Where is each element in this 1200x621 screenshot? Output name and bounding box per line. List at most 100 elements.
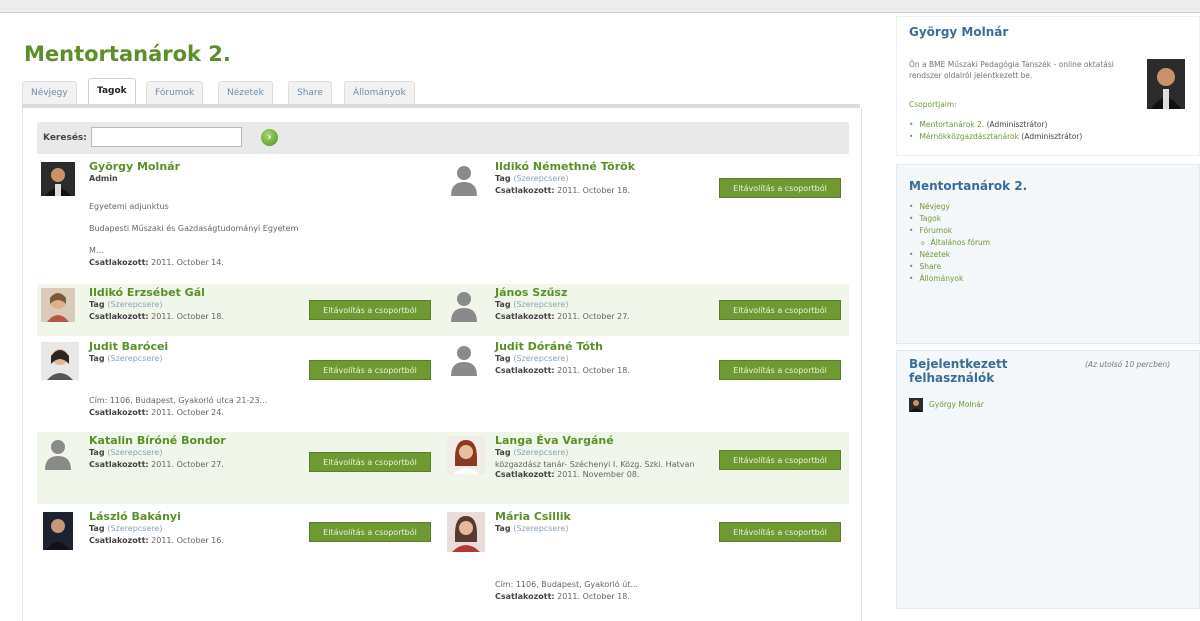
member-name[interactable]: László Bakányi <box>89 510 181 523</box>
member-role: Tag (Szerepcsere) <box>89 448 163 457</box>
remove-from-group-button[interactable]: Eltávolítás a csoportból <box>719 178 841 198</box>
user-avatar <box>1147 59 1185 109</box>
member-card: János Szűsz Tag (Szerepcsere) Csatlakozo… <box>443 284 849 336</box>
avatar-placeholder-icon <box>41 436 75 470</box>
menu-item[interactable]: Fórumok <box>909 225 990 237</box>
online-users-note: (Az utolsó 10 percben) <box>1085 360 1171 369</box>
user-name[interactable]: György Molnár <box>909 25 1008 39</box>
members-panel: Keresés: › György Molnár Admin Egyetemi … <box>22 108 862 621</box>
avatar <box>41 342 79 380</box>
member-card: Katalin Bíróné Bondor Tag (Szerepcsere) … <box>37 432 443 504</box>
avatar <box>447 436 485 474</box>
member-name[interactable]: János Szűsz <box>495 286 567 299</box>
member-name[interactable]: Langa Éva Vargáné <box>495 434 614 447</box>
user-box: György Molnár Ön a BME Műszaki Pedagógia… <box>896 16 1200 156</box>
my-groups-list: Mentortanárok 2. (Adminisztrátor) Mérnök… <box>909 119 1082 143</box>
member-joined: Csatlakozott: 2011. October 27. <box>495 312 630 321</box>
member-name[interactable]: György Molnár <box>89 160 180 173</box>
menu-item[interactable]: Névjegy <box>909 201 990 213</box>
member-joined: Csatlakozott: 2011. October 27. <box>89 460 224 469</box>
menu-subitem[interactable]: Általános fórum <box>909 237 990 249</box>
member-name[interactable]: Judit Barócei <box>89 340 168 353</box>
avatar-placeholder-icon <box>447 288 481 322</box>
tab-share[interactable]: Share <box>288 81 332 104</box>
menu-item[interactable]: Nézetek <box>909 249 990 261</box>
member-name[interactable]: Judit Dóráné Tóth <box>495 340 603 353</box>
member-joined: Csatlakozott: 2011. October 14. <box>89 258 224 267</box>
member-joined: Csatlakozott: 2011. October 18. <box>495 592 630 601</box>
search-input[interactable] <box>91 127 242 147</box>
member-role: Tag (Szerepcsere) <box>495 448 569 457</box>
member-card: György Molnár Admin Egyetemi adjunktus B… <box>37 158 443 280</box>
member-name[interactable]: Ildikó Némethné Török <box>495 160 635 173</box>
member-address: Cím: 1106, Budapest, Gyakorló út... <box>495 580 639 589</box>
online-user-avatar <box>909 397 923 412</box>
online-users-title: Bejelentkezett felhasználók <box>909 357 1008 385</box>
member-card: Judit Dóráné Tóth Tag (Szerepcsere) Csat… <box>443 338 849 428</box>
menu-item[interactable]: Tagok <box>909 213 990 225</box>
sidebar: György Molnár Ön a BME Műszaki Pedagógia… <box>896 12 1200 609</box>
remove-from-group-button[interactable]: Eltávolítás a csoportból <box>309 452 431 472</box>
group-menu-list: Névjegy Tagok Fórumok Általános fórum Né… <box>909 201 990 285</box>
my-group-item[interactable]: Mérnökközgazdásztanárok (Adminisztrátor) <box>909 131 1082 143</box>
remove-from-group-button[interactable]: Eltávolítás a csoportból <box>719 300 841 320</box>
member-joined: Csatlakozott: 2011. November 08. <box>495 470 640 479</box>
my-group-item[interactable]: Mentortanárok 2. (Adminisztrátor) <box>909 119 1082 131</box>
member-name[interactable]: Ildikó Erzsébet Gál <box>89 286 205 299</box>
member-card: László Bakányi Tag (Szerepcsere) Csatlak… <box>37 508 443 608</box>
my-groups-label: Csoportjaim: <box>909 100 957 109</box>
login-info: Ön a BME Műszaki Pedagógia Tanszék - onl… <box>909 60 1114 80</box>
online-user-name[interactable]: György Molnár <box>929 400 984 409</box>
member-card: Judit Barócei Tag (Szerepcsere) Cím: 110… <box>37 338 443 428</box>
member-joined: Csatlakozott: 2011. October 16. <box>89 536 224 545</box>
member-role: Tag (Szerepcsere) <box>495 174 569 183</box>
member-role: Tag (Szerepcsere) <box>495 524 569 533</box>
menu-item[interactable]: Állományok <box>909 273 990 285</box>
tab-allomanyok[interactable]: Állományok <box>344 81 415 104</box>
member-role: Tag (Szerepcsere) <box>89 354 163 363</box>
member-card: Mária Csillik Tag (Szerepcsere) Cím: 110… <box>443 508 849 608</box>
member-organization: Budapesti Műszaki és Gazdaságtudományi E… <box>89 224 299 233</box>
remove-from-group-button[interactable]: Eltávolítás a csoportból <box>719 522 841 542</box>
search-label: Keresés: <box>43 133 87 143</box>
member-joined: Csatlakozott: 2011. October 18. <box>495 366 630 375</box>
member-name[interactable]: Katalin Bíróné Bondor <box>89 434 226 447</box>
remove-from-group-button[interactable]: Eltávolítás a csoportból <box>309 360 431 380</box>
member-card: Ildikó Némethné Török Tag (Szerepcsere) … <box>443 158 849 218</box>
tab-forumok[interactable]: Fórumok <box>146 81 204 104</box>
group-menu-box: Mentortanárok 2. Névjegy Tagok Fórumok Á… <box>896 164 1200 344</box>
remove-from-group-button[interactable]: Eltávolítás a csoportból <box>309 522 431 542</box>
avatar-placeholder-icon <box>447 342 481 376</box>
menu-item[interactable]: Share <box>909 261 990 273</box>
page-title: Mentortanárok 2. <box>24 42 231 66</box>
member-card: Langa Éva Vargáné Tag (Szerepcsere) közg… <box>443 432 849 504</box>
online-users-box: Bejelentkezett felhasználók (Az utolsó 1… <box>896 350 1200 609</box>
avatar-placeholder-icon <box>447 162 481 196</box>
avatar <box>43 512 73 550</box>
tab-tagok[interactable]: Tagok <box>88 78 136 104</box>
tab-nevjegy[interactable]: Névjegy <box>22 81 77 104</box>
remove-from-group-button[interactable]: Eltávolítás a csoportból <box>719 360 841 380</box>
avatar <box>447 512 485 552</box>
group-menu-title: Mentortanárok 2. <box>909 179 1028 193</box>
remove-from-group-button[interactable]: Eltávolítás a csoportból <box>719 450 841 470</box>
member-joined: Csatlakozott: 2011. October 24. <box>89 408 224 417</box>
member-role: Tag (Szerepcsere) <box>89 300 163 309</box>
member-role: Tag (Szerepcsere) <box>89 524 163 533</box>
member-card: Ildikó Erzsébet Gál Tag (Szerepcsere) Cs… <box>37 284 443 336</box>
member-joined: Csatlakozott: 2011. October 18. <box>495 186 630 195</box>
search-bar: Keresés: › <box>37 122 849 154</box>
search-go-icon[interactable]: › <box>261 129 278 146</box>
member-role: Admin <box>89 174 118 183</box>
member-joined: Csatlakozott: 2011. October 18. <box>89 312 224 321</box>
avatar <box>41 162 75 196</box>
main-column: Mentortanárok 2. Névjegy Tagok Fórumok N… <box>0 12 880 621</box>
member-name[interactable]: Mária Csillik <box>495 510 571 523</box>
remove-from-group-button[interactable]: Eltávolítás a csoportból <box>309 300 431 320</box>
member-more: M... <box>89 246 104 255</box>
tab-nezetek[interactable]: Nézetek <box>218 81 273 104</box>
member-role: Tag (Szerepcsere) <box>495 300 569 309</box>
member-role: Tag (Szerepcsere) <box>495 354 569 363</box>
member-address: Cím: 1106, Budapest, Gyakorló utca 21-23… <box>89 396 268 405</box>
member-position: Egyetemi adjunktus <box>89 202 169 211</box>
